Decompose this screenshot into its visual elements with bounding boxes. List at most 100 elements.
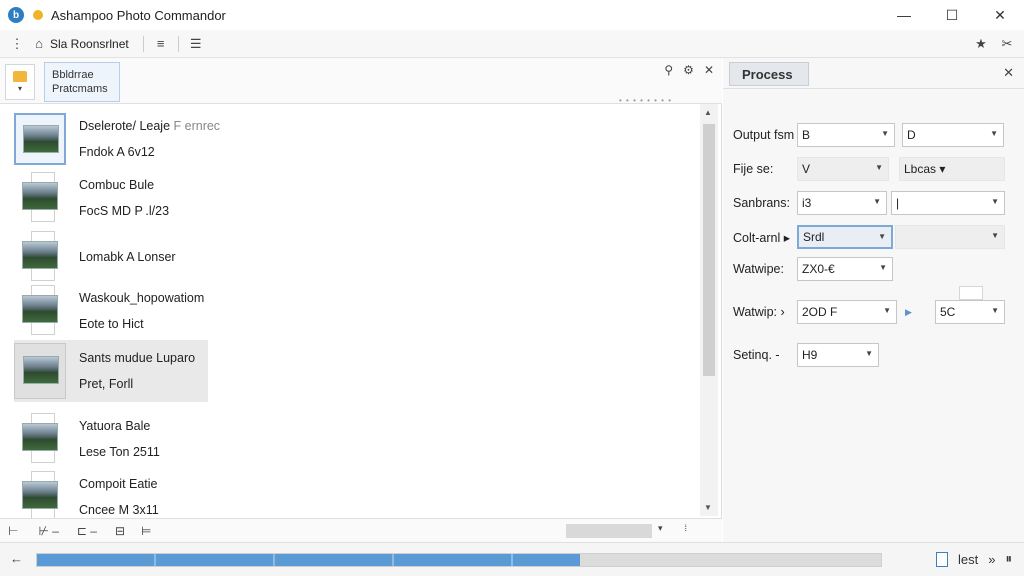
thumbnail: [14, 283, 66, 339]
thumbnail: [14, 469, 66, 518]
settings-select[interactable]: H9 ▼: [797, 343, 879, 367]
form-row-color: Colt-arnl ▸: [733, 224, 790, 250]
settings-icon[interactable]: ⚙: [683, 63, 694, 77]
toolbar-label[interactable]: Sla Roonsrlnet: [50, 37, 129, 51]
output-format-value: B: [802, 128, 811, 142]
transforms-select[interactable]: i3 ▼: [797, 191, 887, 215]
separator-handle-icon: ⋮: [10, 35, 24, 51]
photo-thumbnail-icon: [23, 125, 59, 153]
file-subtitle: Pret, Forll: [79, 377, 134, 391]
chevron-down-icon: ▼: [873, 197, 881, 206]
watermark-label: Watwipe:: [733, 262, 784, 276]
scroll-thumb[interactable]: [703, 124, 715, 376]
pin-icon[interactable]: ★: [970, 33, 992, 55]
list-item-selected[interactable]: Sants mudue Luparo Pret, Forll: [14, 340, 208, 402]
settings-label: Setinq. -: [733, 348, 780, 362]
output-format-select[interactable]: B ▼: [797, 123, 895, 147]
browser-header: ▾ Bbldrrae Pratcmams ⚲ ⚙ ✕ • • • • • • •…: [0, 58, 722, 105]
folder-button[interactable]: ▾: [5, 64, 35, 100]
process-tab[interactable]: Process: [729, 62, 809, 86]
app-logo-icon: b: [8, 7, 24, 23]
frame-icon[interactable]: ⊏ –: [77, 524, 97, 538]
watermark-select[interactable]: ZX0-€ ▼: [797, 257, 893, 281]
file-subtitle: Eote to Hict: [79, 317, 144, 331]
list-item[interactable]: Yatuora Bale Lese Ton 2511: [14, 408, 208, 470]
chevron-down-icon: ▼: [990, 129, 998, 138]
minimize-button[interactable]: —: [880, 0, 928, 30]
tools-icon[interactable]: ✂: [996, 33, 1018, 55]
main-toolbar: ⋮ ⌂ Sla Roonsrlnet ≡ ☰ ★ ✂: [0, 30, 1024, 58]
file-subtitle: Lese Ton 2511: [79, 445, 160, 459]
first-icon[interactable]: ⊢: [8, 524, 18, 538]
list-item[interactable]: Waskouk_hopowatiom Eote to Hict: [14, 280, 208, 342]
browser-tab[interactable]: Bbldrrae Pratcmams: [44, 62, 120, 102]
list-item[interactable]: Dselerote/ Leaje F ernrec Fndok A 6v12: [14, 108, 220, 170]
output-format-secondary-value: D: [907, 128, 916, 142]
transforms-secondary-input[interactable]: | ▼: [891, 191, 1005, 215]
file-size-secondary-select[interactable]: Lbcas ▾: [899, 157, 1005, 181]
form-row-watermark: Watwipe:: [733, 256, 784, 282]
photo-thumbnail-icon: [22, 182, 58, 210]
photo-thumbnail-icon: [22, 423, 58, 451]
list-item[interactable]: Combuc Bule FocS MD P .l/23: [14, 167, 208, 229]
watermark-size-value: 5C: [940, 305, 956, 319]
watermark-position-label: Watwip: ›: [733, 305, 785, 319]
tree-icon[interactable]: ⊬ –: [38, 524, 58, 538]
watermark-value: ZX0-€: [802, 262, 835, 276]
file-title: Dselerote/ Leaje: [79, 119, 171, 133]
file-size-label: Fije se:: [733, 162, 774, 176]
watermark-position-select[interactable]: 2OD F ▼: [797, 300, 897, 324]
pause-icon[interactable]: ⏸: [1006, 551, 1013, 567]
vertical-scrollbar[interactable]: ▲ ▼: [700, 104, 718, 516]
list-icon[interactable]: ☰: [185, 33, 207, 55]
dropdown-arrow-icon[interactable]: ▾: [658, 523, 663, 534]
form-row-output-format: Output fsm: [733, 122, 794, 148]
chevron-down-icon: ▼: [881, 129, 889, 138]
forward-icon[interactable]: »: [988, 552, 995, 567]
color-secondary-select[interactable]: ▼: [895, 225, 1005, 249]
file-size-select[interactable]: V ▼: [797, 157, 889, 181]
thumbnail: [14, 229, 66, 285]
home-icon[interactable]: ⌂: [28, 33, 50, 55]
color-select[interactable]: Srdl ▼: [797, 225, 893, 249]
file-title: Sants mudue Luparo: [79, 351, 196, 365]
process-close-icon[interactable]: ✕: [1003, 65, 1014, 81]
split-icon[interactable]: ⊨: [141, 524, 151, 538]
form-row-transforms: Sanbrans:: [733, 190, 790, 216]
horizontal-scroll-thumb[interactable]: [566, 524, 652, 538]
process-panel: Process ✕ Output fsm B ▼ D ▼ Fije se: V ▼ L…: [723, 58, 1024, 542]
file-subtitle: FocS MD P .l/23: [79, 204, 170, 218]
page-icon[interactable]: [936, 551, 949, 567]
color-label: Colt-arnl ▸: [733, 230, 790, 245]
list-item[interactable]: Lomabk A Lonser: [14, 226, 208, 288]
file-list: Dselerote/ Leaje F ernrec Fndok A 6v12 C…: [0, 104, 700, 518]
progress-fill: [37, 554, 580, 566]
back-arrow-icon[interactable]: ←: [10, 551, 23, 566]
scroll-down-icon[interactable]: ▼: [704, 503, 712, 512]
last-label[interactable]: lest: [958, 552, 978, 567]
close-button[interactable]: ✕: [976, 0, 1024, 30]
progress-bar: [36, 553, 882, 567]
align-icon[interactable]: ≡: [150, 33, 172, 55]
file-title-extra: F ernrec: [173, 119, 221, 133]
thumbnail: [14, 113, 66, 165]
toolbar-separator: [142, 35, 144, 52]
watermark-size-select[interactable]: 5C ▼: [935, 300, 1005, 324]
maximize-button[interactable]: ☐: [928, 0, 976, 30]
panel-close-icon[interactable]: ✕: [704, 63, 714, 77]
thumbnail: [14, 411, 66, 467]
more-options-icon[interactable]: ⁞: [685, 523, 688, 534]
output-format-secondary-select[interactable]: D ▼: [902, 123, 1004, 147]
file-title: Lomabk A Lonser: [79, 250, 176, 264]
form-row-watermark-position: Watwip: ›: [733, 299, 785, 325]
scroll-up-icon[interactable]: ▲: [704, 108, 712, 117]
grid-icon[interactable]: ⊟: [115, 524, 125, 538]
form-row-settings: Setinq. -: [733, 342, 780, 368]
list-item[interactable]: Compoit Eatie Cncee M 3x11: [14, 466, 208, 518]
transforms-secondary-value: |: [896, 196, 900, 210]
filter-icon[interactable]: ⚲: [664, 63, 673, 77]
divider: [723, 88, 1024, 89]
title-bar: b Ashampoo Photo Commandor — ☐ ✕: [0, 0, 1024, 30]
output-format-label: Output fsm: [733, 128, 795, 142]
photo-thumbnail-icon: [22, 241, 58, 269]
